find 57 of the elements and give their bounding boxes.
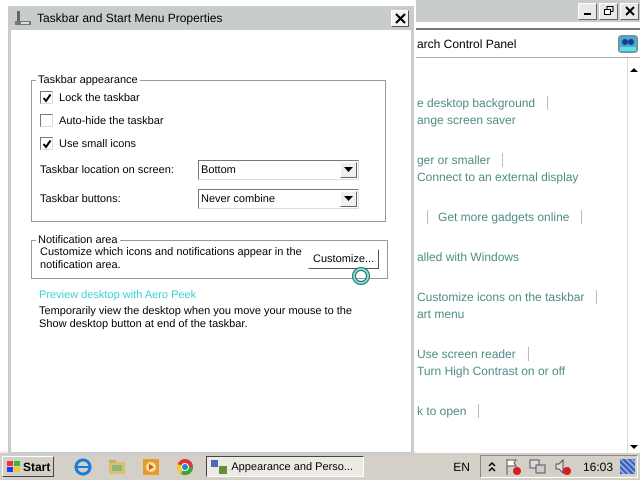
field-label: Taskbar location on screen: [40,164,175,176]
network-icon[interactable] [528,458,547,476]
customize-button[interactable]: Customize... [308,249,380,269]
browser-icon[interactable] [74,458,92,476]
checkbox-label[interactable]: Lock the taskbar [59,92,140,104]
group-title: Taskbar appearance [37,74,139,86]
flag-error-icon[interactable] [504,458,522,476]
dropdown[interactable]: Never combine [198,188,359,208]
settings-link[interactable]: art menu [417,306,464,320]
checkbox[interactable] [40,137,53,150]
field-label: Taskbar buttons: [40,192,122,204]
close-button[interactable] [620,2,639,20]
windows-logo-icon [6,460,22,474]
checkbox[interactable] [40,91,53,104]
settings-link[interactable]: Use screen reader [417,346,516,360]
window-title: Taskbar and Start Menu Properties [37,11,224,25]
settings-link[interactable]: alled with Windows [417,250,520,264]
settings-link[interactable]: Turn High Contrast on or off [417,364,566,378]
caret-icon [344,167,353,172]
restore-button[interactable] [599,2,618,20]
description-text: Customize which icons and notifications appear in the notification area. [40,246,302,272]
description-text: Temporarily view the desktop when you move your mouse to the Show desktop button at end of the taskbar. [39,305,354,331]
settings-link[interactable]: ger or smaller [417,152,490,166]
chevron-icon[interactable] [486,460,497,473]
taskbar-task[interactable]: Appearance and Perso... [206,456,364,478]
media-player-icon[interactable] [142,458,160,476]
close-icon [624,6,634,16]
start-button[interactable]: Start [2,456,54,478]
settings-link[interactable]: e desktop background [417,96,536,110]
minimize-button[interactable] [578,2,597,20]
checkbox-label[interactable]: Auto-hide the taskbar [59,114,164,126]
speaker-muted-icon[interactable] [554,458,572,476]
checkbox-label[interactable]: Use small icons [59,138,136,150]
scrollbar[interactable] [627,58,640,453]
busy-cursor-icon [351,266,372,286]
clock[interactable]: 16:03 [582,460,613,474]
group-title: Notification area [37,234,118,246]
language-indicator[interactable]: EN [453,460,470,474]
minimize-icon [584,13,591,15]
settings-link[interactable]: Connect to an external display [417,170,578,184]
settings-link[interactable]: ange screen saver [417,112,516,126]
search-field[interactable]: arch Control Panel [416,36,516,50]
dropdown[interactable]: Bottom [198,160,359,180]
restore-icon [604,6,614,16]
show-desktop-button[interactable] [620,459,635,474]
settings-link[interactable]: Get more gadgets online [438,210,570,224]
caret-icon [344,196,353,201]
window-icon [211,460,228,474]
scroll-up-icon[interactable] [629,66,639,74]
search-icon[interactable] [618,34,638,52]
settings-link[interactable]: k to open [417,404,466,418]
chrome-icon[interactable] [176,458,194,476]
taskbar-icon [15,11,31,25]
close-button[interactable] [391,10,409,26]
settings-link[interactable]: Customize icons on the taskbar [417,290,584,304]
checkbox[interactable] [40,114,53,127]
close-icon [394,12,406,24]
